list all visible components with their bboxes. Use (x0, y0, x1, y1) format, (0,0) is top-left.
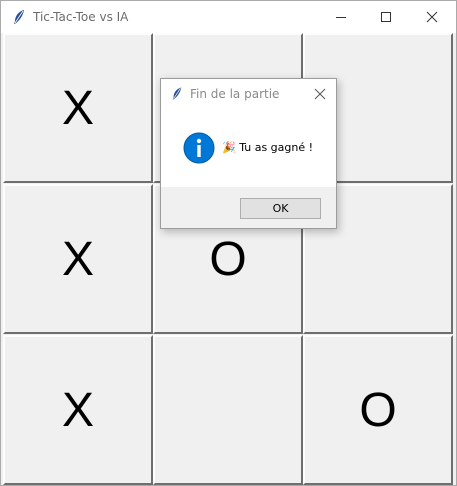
info-icon (183, 132, 215, 164)
cell-2-0[interactable]: X (3, 335, 153, 485)
dialog-message: 🎉 Tu as gagné ! (222, 141, 314, 154)
close-icon (426, 11, 438, 23)
maximize-button[interactable] (363, 1, 409, 33)
minimize-icon (336, 17, 346, 18)
dialog-close-button[interactable] (309, 83, 331, 105)
game-over-dialog: Fin de la partie 🎉 Tu as gagné ! OK (160, 78, 337, 229)
close-button[interactable] (409, 1, 455, 33)
close-icon (314, 88, 326, 100)
cell-2-1[interactable] (153, 335, 303, 485)
maximize-icon (381, 12, 391, 22)
ok-button[interactable]: OK (240, 198, 321, 219)
dialog-titlebar[interactable]: Fin de la partie (161, 79, 336, 109)
minimize-button[interactable] (318, 1, 364, 33)
cell-2-2[interactable]: O (303, 335, 453, 485)
feather-icon (171, 86, 183, 101)
dialog-title: Fin de la partie (190, 87, 280, 101)
cell-0-0[interactable]: X (3, 33, 153, 183)
dialog-body: 🎉 Tu as gagné ! (161, 109, 336, 187)
main-window: Tic-Tac-Toe vs IA X X O X O (0, 0, 457, 486)
window-title: Tic-Tac-Toe vs IA (33, 10, 129, 24)
cell-1-0[interactable]: X (3, 184, 153, 334)
titlebar[interactable]: Tic-Tac-Toe vs IA (1, 1, 456, 33)
feather-icon (12, 9, 26, 25)
